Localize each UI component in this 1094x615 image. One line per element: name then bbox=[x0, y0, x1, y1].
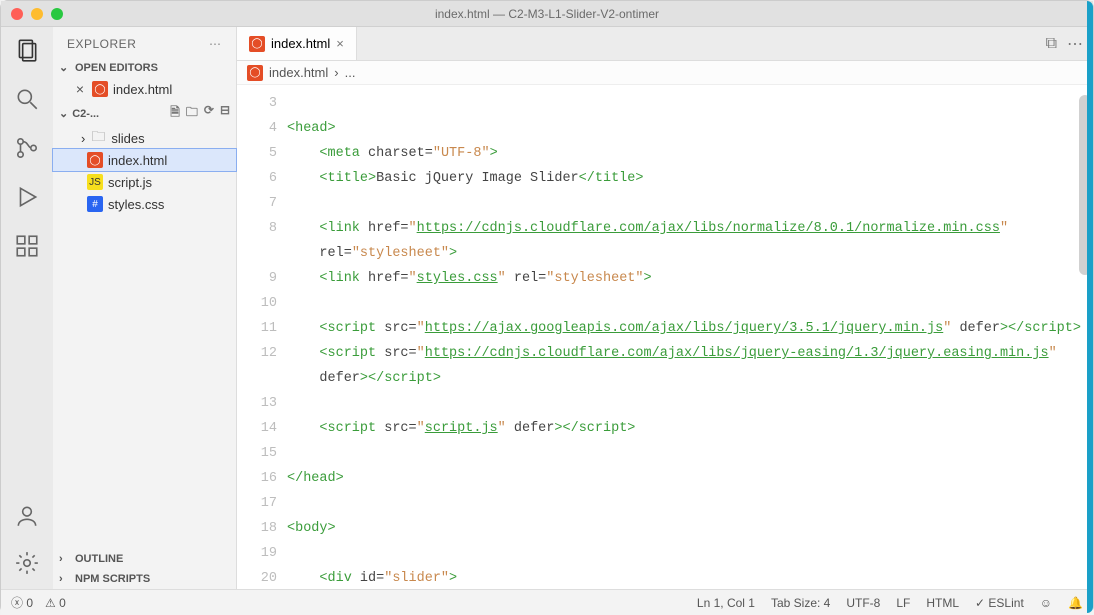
close-tab-icon[interactable]: × bbox=[336, 36, 344, 51]
source-control-icon[interactable] bbox=[14, 135, 40, 164]
chevron-down-icon: ⌄ bbox=[59, 61, 71, 74]
html-file-icon: ◯ bbox=[87, 152, 103, 168]
explorer-sidebar: EXPLORER ⋯ ⌄ OPEN EDITORS × ◯ index.html… bbox=[53, 27, 237, 589]
file-tree-item[interactable]: JS script.js bbox=[53, 171, 236, 193]
js-file-icon: JS bbox=[87, 174, 103, 190]
close-editor-icon[interactable]: × bbox=[73, 81, 87, 97]
new-folder-icon[interactable]: 🗀 bbox=[186, 103, 198, 124]
window-right-edge bbox=[1087, 1, 1093, 613]
extensions-icon[interactable] bbox=[14, 233, 40, 262]
npm-scripts-label: NPM SCRIPTS bbox=[75, 573, 150, 585]
settings-gear-icon[interactable] bbox=[14, 550, 40, 579]
open-editor-filename: index.html bbox=[113, 82, 172, 97]
account-icon[interactable] bbox=[14, 503, 40, 532]
status-warnings[interactable]: ⚠ 0 bbox=[45, 596, 66, 610]
breadcrumb-sep: › bbox=[334, 65, 338, 80]
file-tree-label: slides bbox=[111, 131, 144, 146]
chevron-down-icon: ⌄ bbox=[59, 107, 68, 120]
search-icon[interactable] bbox=[14, 86, 40, 115]
activity-bar bbox=[1, 27, 53, 589]
status-eol[interactable]: LF bbox=[896, 596, 910, 610]
new-file-icon[interactable]: 🗎 bbox=[170, 103, 180, 124]
html-file-icon: ◯ bbox=[92, 81, 108, 97]
titlebar: index.html — C2-M3-L1-Slider-V2-ontimer bbox=[1, 1, 1093, 27]
tab-label: index.html bbox=[271, 36, 330, 51]
explorer-icon[interactable] bbox=[14, 37, 40, 66]
status-ln-col[interactable]: Ln 1, Col 1 bbox=[697, 596, 755, 610]
collapse-all-icon[interactable]: ⊟ bbox=[220, 103, 230, 124]
editor-tabs: ◯ index.html × ⧉ ⋯ bbox=[237, 27, 1093, 61]
status-feedback-icon[interactable]: ☺ bbox=[1040, 596, 1052, 610]
close-window-icon[interactable] bbox=[11, 8, 23, 20]
code-content[interactable]: <head> <meta charset="UTF-8"> <title>Bas… bbox=[287, 85, 1093, 589]
editor-area: ◯ index.html × ⧉ ⋯ ◯ index.html › ... 34… bbox=[237, 27, 1093, 589]
project-section[interactable]: ⌄ C2-... 🗎 🗀 ⟳ ⊟ bbox=[53, 100, 236, 127]
run-debug-icon[interactable] bbox=[14, 184, 40, 213]
open-editor-item[interactable]: × ◯ index.html bbox=[53, 78, 236, 100]
window-controls bbox=[11, 8, 63, 20]
split-editor-icon[interactable]: ⧉ bbox=[1046, 35, 1057, 53]
outline-label: OUTLINE bbox=[75, 553, 123, 565]
explorer-more-icon[interactable]: ⋯ bbox=[209, 37, 222, 51]
css-file-icon: # bbox=[87, 196, 103, 212]
file-tree-label: styles.css bbox=[108, 197, 164, 212]
npm-scripts-section[interactable]: › NPM SCRIPTS bbox=[53, 569, 236, 589]
refresh-icon[interactable]: ⟳ bbox=[204, 103, 214, 124]
line-gutter: 345678 9101112 1314151617181920 bbox=[237, 85, 287, 589]
status-language[interactable]: HTML bbox=[926, 596, 959, 610]
breadcrumb[interactable]: ◯ index.html › ... bbox=[237, 61, 1093, 85]
chevron-right-icon: › bbox=[59, 573, 71, 585]
status-bar: ⓧ 0 ⚠ 0 Ln 1, Col 1 Tab Size: 4 UTF-8 LF… bbox=[1, 589, 1093, 615]
tab-index-html[interactable]: ◯ index.html × bbox=[237, 27, 357, 60]
project-name: C2-... bbox=[72, 108, 99, 120]
status-errors[interactable]: ⓧ 0 bbox=[11, 594, 33, 611]
status-encoding[interactable]: UTF-8 bbox=[846, 596, 880, 610]
file-tree-item[interactable]: # styles.css bbox=[53, 193, 236, 215]
breadcrumb-rest: ... bbox=[345, 65, 356, 80]
file-tree-item[interactable]: › 🗀 slides bbox=[53, 127, 236, 149]
file-tree-label: script.js bbox=[108, 175, 152, 190]
status-eslint[interactable]: ✓ ESLint bbox=[975, 596, 1024, 610]
chevron-right-icon: › bbox=[81, 131, 85, 146]
minimize-window-icon[interactable] bbox=[31, 8, 43, 20]
breadcrumb-file: index.html bbox=[269, 65, 328, 80]
status-tab-size[interactable]: Tab Size: 4 bbox=[771, 596, 830, 610]
open-editors-section[interactable]: ⌄ OPEN EDITORS bbox=[53, 57, 236, 78]
folder-icon: 🗀 bbox=[90, 130, 106, 146]
window-title: index.html — C2-M3-L1-Slider-V2-ontimer bbox=[1, 7, 1093, 21]
outline-section[interactable]: › OUTLINE bbox=[53, 549, 236, 569]
file-tree-label: index.html bbox=[108, 153, 167, 168]
html-file-icon: ◯ bbox=[249, 36, 265, 52]
file-tree-item[interactable]: ◯ index.html bbox=[53, 149, 236, 171]
maximize-window-icon[interactable] bbox=[51, 8, 63, 20]
status-bell-icon[interactable]: 🔔 bbox=[1068, 596, 1083, 610]
editor-more-icon[interactable]: ⋯ bbox=[1067, 34, 1083, 54]
open-editors-label: OPEN EDITORS bbox=[75, 62, 158, 74]
chevron-right-icon: › bbox=[59, 553, 71, 565]
explorer-title: EXPLORER bbox=[67, 37, 136, 51]
html-file-icon: ◯ bbox=[247, 65, 263, 81]
